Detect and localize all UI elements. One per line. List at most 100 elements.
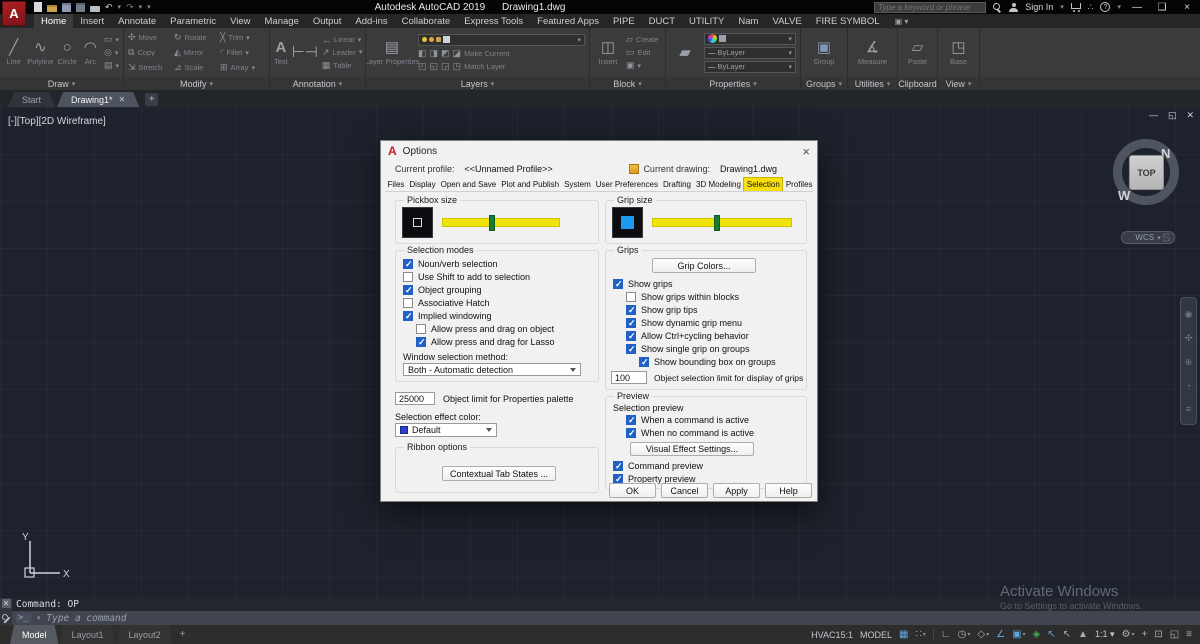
checkbox-associative-hatch[interactable]: Associative Hatch xyxy=(403,298,490,308)
panel-label-modify[interactable]: Modify▾ xyxy=(124,77,269,90)
checkbox-show-grips[interactable]: Show grips xyxy=(613,279,673,289)
options-tab-system[interactable]: System xyxy=(562,178,594,191)
paste-tool[interactable]: ▱Paste xyxy=(904,40,932,66)
edit-block-tool[interactable]: ▭Edit xyxy=(626,47,658,58)
group-tool[interactable]: ▣Group xyxy=(810,40,838,66)
tab-layout1[interactable]: Layout1 xyxy=(60,625,116,644)
ribbon-tab-utility[interactable]: UTILITY xyxy=(682,14,731,28)
viewport-controls[interactable]: [-][Top][2D Wireframe] xyxy=(8,116,106,127)
drawing-restore-icon[interactable]: ◱ xyxy=(1168,110,1177,121)
checkbox-icon[interactable] xyxy=(626,292,636,302)
object-limit-input[interactable]: 25000 xyxy=(395,392,435,405)
lineweight-dropdown[interactable]: —ByLayer▾ xyxy=(704,47,796,59)
checkbox-when-no-command-active[interactable]: When no command is active xyxy=(626,428,754,438)
text-tool[interactable]: AText xyxy=(274,40,288,66)
line-tool[interactable]: ╱Line xyxy=(4,40,23,66)
move-tool[interactable]: ✣Move xyxy=(128,32,174,43)
options-tab-plot-publish[interactable]: Plot and Publish xyxy=(499,178,562,191)
grip-limit-input[interactable]: 100 xyxy=(611,371,647,384)
3d-object-snap-icon[interactable]: ◈ xyxy=(1033,629,1041,640)
options-tab-display[interactable]: Display xyxy=(407,178,438,191)
viewcube-top-face[interactable]: TOP xyxy=(1129,155,1164,190)
base-view-tool[interactable]: ◳Base xyxy=(945,40,973,66)
drawing-minimize-icon[interactable]: — xyxy=(1149,110,1158,121)
gizmo-icon[interactable]: ↖ xyxy=(1063,629,1071,640)
object-color-dropdown[interactable]: ▾ xyxy=(704,33,796,45)
ribbon-tab-featured-apps[interactable]: Featured Apps xyxy=(530,14,606,28)
panel-label-view[interactable]: View▾ xyxy=(938,77,979,90)
checkbox-icon[interactable] xyxy=(416,324,426,334)
ribbon-tab-parametric[interactable]: Parametric xyxy=(163,14,223,28)
mirror-tool[interactable]: ◭Mirror xyxy=(174,47,220,58)
dialog-title-bar[interactable]: A Options × xyxy=(381,141,817,161)
ok-button[interactable]: OK xyxy=(609,483,656,498)
zoom-extents-icon[interactable]: ⊕ xyxy=(1185,357,1193,368)
rotate-tool[interactable]: ↻Rotate xyxy=(174,32,220,43)
rectangle-icon[interactable]: ▭ xyxy=(104,34,113,45)
options-tab-profiles[interactable]: Profiles xyxy=(783,178,815,191)
checkbox-icon[interactable] xyxy=(626,428,636,438)
store-cart-icon[interactable] xyxy=(1071,3,1081,9)
command-customize-icon[interactable] xyxy=(2,615,11,624)
linetype-dropdown[interactable]: —ByLayer▾ xyxy=(704,61,796,73)
panel-label-clipboard[interactable]: Clipboard xyxy=(898,77,937,90)
checkbox-icon[interactable] xyxy=(403,285,413,295)
clean-screen-icon[interactable]: ◱ xyxy=(1170,629,1179,640)
measure-tool[interactable]: ∡Measure xyxy=(859,40,887,66)
hatch-icon[interactable]: ▤ xyxy=(104,60,113,71)
checkbox-icon[interactable] xyxy=(639,357,649,367)
autosnap-icon[interactable]: ∠ xyxy=(996,629,1005,640)
checkbox-icon[interactable] xyxy=(626,415,636,425)
search-input[interactable] xyxy=(874,2,986,13)
linear-tool[interactable]: ↔Linear▾ xyxy=(322,35,362,45)
checkbox-press-drag-object[interactable]: Allow press and drag on object xyxy=(416,324,554,334)
selection-effect-color-dropdown[interactable]: Default xyxy=(395,423,497,437)
edit-attributes-tool[interactable]: ▣▾ xyxy=(626,60,658,71)
options-tab-files[interactable]: Files xyxy=(385,178,407,191)
ribbon-tab-insert[interactable]: Insert xyxy=(73,14,111,28)
help-caret-icon[interactable]: ▾ xyxy=(1117,3,1121,11)
circle-tool[interactable]: ○Circle xyxy=(58,40,77,66)
search-icon[interactable] xyxy=(993,3,1002,12)
pan-icon[interactable]: ✣ xyxy=(1185,333,1193,344)
polar-tracking-icon[interactable]: ◷▾ xyxy=(958,629,971,640)
create-block-tool[interactable]: ▱Create xyxy=(626,34,658,45)
grip-slider-thumb[interactable] xyxy=(714,215,720,231)
checkbox-icon[interactable] xyxy=(403,298,413,308)
maximize-button[interactable]: ❑ xyxy=(1153,2,1171,13)
ribbon-display-toggle-icon[interactable]: ▣ ▾ xyxy=(895,14,909,28)
a360-share-icon[interactable]: ∴ xyxy=(1088,2,1094,13)
leader-tool[interactable]: ↗Leader▾ xyxy=(322,47,362,58)
options-tab-user-preferences[interactable]: User Preferences xyxy=(593,178,660,191)
ribbon-tab-collaborate[interactable]: Collaborate xyxy=(395,14,458,28)
panel-label-groups[interactable]: Groups▾ xyxy=(801,77,847,90)
match-properties-tool[interactable]: ▰ xyxy=(670,45,700,61)
options-tab-open-save[interactable]: Open and Save xyxy=(438,178,499,191)
checkbox-icon[interactable] xyxy=(626,318,636,328)
checkbox-ctrl-cycling[interactable]: Allow Ctrl+cycling behavior xyxy=(626,331,749,341)
array-tool[interactable]: ⊞Array▾ xyxy=(220,62,266,73)
trim-tool[interactable]: ╳Trim▾ xyxy=(220,32,266,43)
contextual-tab-states-button[interactable]: Contextual Tab States ... xyxy=(442,466,556,481)
full-navigation-wheel-icon[interactable]: ◉ xyxy=(1185,309,1193,320)
checkbox-icon[interactable] xyxy=(613,461,623,471)
fillet-tool[interactable]: ◜Fillet▾ xyxy=(220,47,266,58)
layer-dropdown[interactable]: ▾ xyxy=(418,34,585,46)
arc-tool[interactable]: ◠Arc xyxy=(81,40,100,66)
checkbox-icon[interactable] xyxy=(403,311,413,321)
customization-menu-icon[interactable]: ≡ xyxy=(1186,629,1192,640)
table-tool[interactable]: ▦Table xyxy=(322,60,362,71)
checkbox-press-drag-lasso[interactable]: Allow press and drag for Lasso xyxy=(416,337,555,347)
workspace-gear-icon[interactable]: ⚙▾ xyxy=(1121,629,1134,640)
panel-label-block[interactable]: Block▾ xyxy=(590,77,665,90)
ortho-toggle-icon[interactable]: ∟ xyxy=(941,629,951,640)
snap-toggle-icon[interactable]: ∷▾ xyxy=(915,629,925,640)
checkbox-object-grouping[interactable]: Object grouping xyxy=(403,285,482,295)
checkbox-implied-windowing[interactable]: Implied windowing xyxy=(403,311,492,321)
ribbon-tab-fire-symbol[interactable]: FIRE SYMBOL xyxy=(809,14,887,28)
grip-colors-button[interactable]: Grip Colors... xyxy=(652,258,756,273)
ellipse-icon[interactable]: ◎ xyxy=(104,47,112,58)
stretch-tool[interactable]: ⇲Stretch xyxy=(128,62,174,73)
checkbox-icon[interactable] xyxy=(626,305,636,315)
checkbox-command-preview[interactable]: Command preview xyxy=(613,461,703,471)
